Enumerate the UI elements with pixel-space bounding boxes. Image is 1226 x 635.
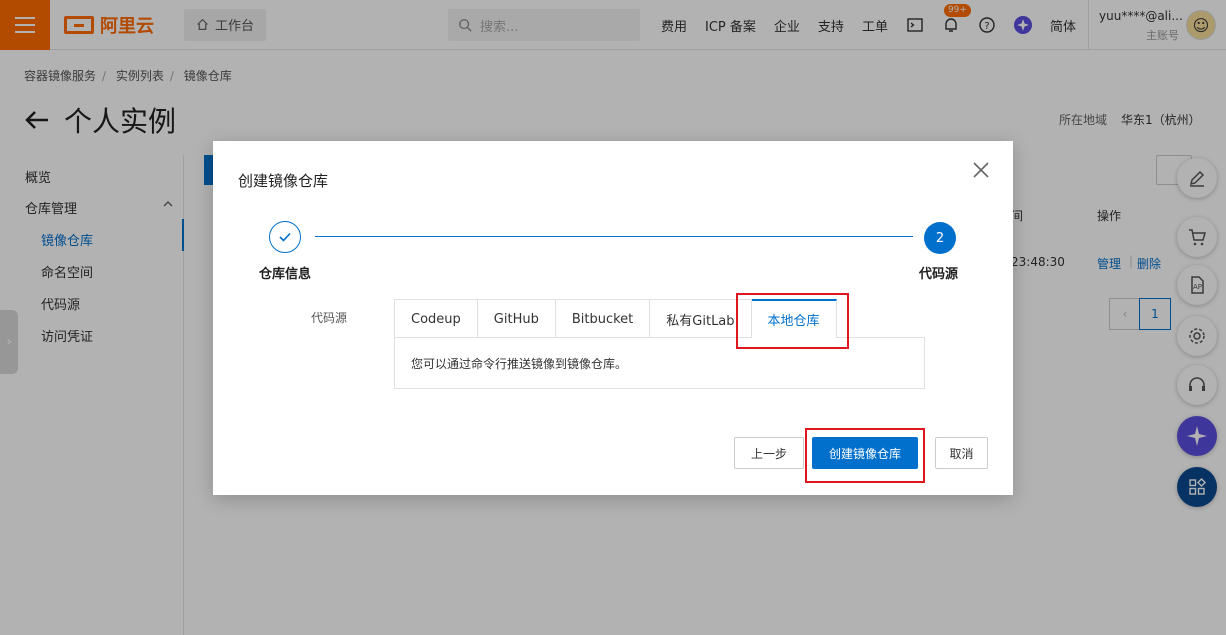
highlight-box-create-button (805, 428, 925, 483)
tab-github[interactable]: GitHub (477, 300, 556, 338)
code-source-label: 代码源 (311, 311, 348, 325)
step-1-done (269, 221, 301, 253)
step-2-current: 2 (924, 222, 956, 254)
tab-bitbucket[interactable]: Bitbucket (555, 300, 651, 338)
previous-step-button[interactable]: 上一步 (734, 437, 804, 469)
code-source-tabs: Codeup GitHub Bitbucket 私有GitLab 本地仓库 (394, 299, 837, 338)
step-1-label: 仓库信息 (259, 267, 312, 282)
step-2-label: 代码源 (919, 267, 959, 282)
tab-local-repo[interactable]: 本地仓库 (751, 299, 837, 338)
dialog-title: 创建镜像仓库 (238, 172, 329, 190)
tab-codeup[interactable]: Codeup (395, 300, 478, 338)
check-icon (279, 232, 291, 242)
create-repo-dialog: 创建镜像仓库 2 仓库信息 代码源 代码源 Codeup GitHub Bitb… (213, 141, 1013, 495)
step-progress-line (315, 236, 913, 237)
close-icon[interactable] (971, 160, 991, 180)
cancel-button[interactable]: 取消 (935, 437, 988, 469)
